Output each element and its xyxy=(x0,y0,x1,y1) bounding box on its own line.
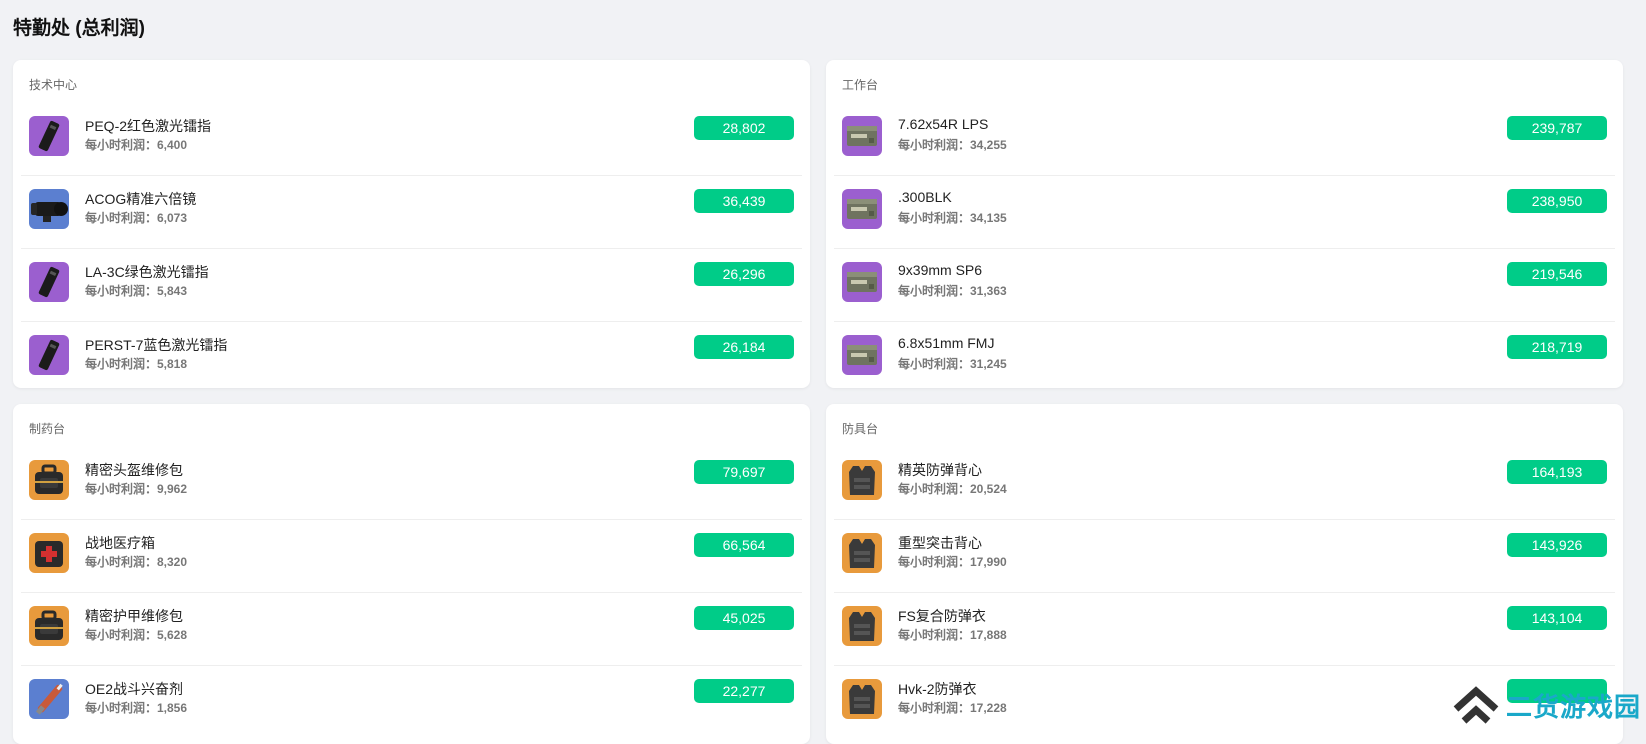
profit-badge: 219,546 xyxy=(1507,262,1607,286)
ammo-box-icon xyxy=(842,335,882,375)
item-name: PERST-7蓝色激光镭指 xyxy=(85,337,228,353)
profit-badge: 143,104 xyxy=(1507,606,1607,630)
watermark-text: 二货游戏园 xyxy=(1506,691,1642,722)
panel-title: 制药台 xyxy=(29,422,66,436)
item-hourly-profit: 每小时利润：1,856 xyxy=(85,701,188,715)
repair-kit-icon xyxy=(29,460,69,500)
item-name: OE2战斗兴奋剂 xyxy=(85,681,184,697)
ammo-box-icon xyxy=(842,189,882,229)
item-name: 精英防弹背心 xyxy=(898,462,982,478)
laser-sight-icon xyxy=(29,116,69,156)
list-item[interactable]: 精密护甲维修包 每小时利润：5,628 45,025 xyxy=(21,593,802,666)
profit-badge: 26,296 xyxy=(694,262,794,286)
list-item[interactable]: 7.62x54R LPS 每小时利润：34,255 239,787 xyxy=(834,103,1615,176)
item-hourly-profit: 每小时利润：20,524 xyxy=(898,482,1007,496)
item-name: 9x39mm SP6 xyxy=(898,262,983,278)
item-hourly-profit: 每小时利润：17,228 xyxy=(898,701,1007,715)
profit-badge: 164,193 xyxy=(1507,460,1607,484)
list-item[interactable]: ACOG精准六倍镜 每小时利润：6,073 36,439 xyxy=(21,176,802,249)
profit-badge: 36,439 xyxy=(694,189,794,213)
item-hourly-profit: 每小时利润：6,073 xyxy=(85,211,188,225)
vest-icon xyxy=(842,460,882,500)
item-name: .300BLK xyxy=(898,189,952,205)
item-name: 6.8x51mm FMJ xyxy=(898,335,995,351)
item-name: 重型突击背心 xyxy=(898,535,982,551)
list-item[interactable]: LA-3C绿色激光镭指 每小时利润：5,843 26,296 xyxy=(21,249,802,322)
site-watermark: 二货游戏园 xyxy=(1452,682,1641,728)
list-item[interactable]: .300BLK 每小时利润：34,135 238,950 xyxy=(834,176,1615,249)
vest-icon xyxy=(842,533,882,573)
item-name: FS复合防弹衣 xyxy=(898,608,986,624)
list-item[interactable]: 战地医疗箱每小时利润：8,320 66,564 xyxy=(21,520,802,593)
item-hourly-profit: 每小时利润：5,843 xyxy=(85,284,188,298)
laser-sight-icon xyxy=(29,262,69,302)
panel-pharmacy: 制药台 精密头盔维修包 每小时利润：9,962 79,697 战地医疗箱每小时利润：8… xyxy=(13,404,810,744)
scope-icon xyxy=(29,189,69,229)
list-item[interactable]: 重型突击背心每小时利润：17,990 143,926 xyxy=(834,520,1615,593)
item-name: Hvk-2防弹衣 xyxy=(898,681,977,697)
profit-badge: 26,184 xyxy=(694,335,794,359)
profit-badge: 22,277 xyxy=(694,679,794,703)
item-hourly-profit: 每小时利润：6,400 xyxy=(85,138,188,152)
panel-title: 防具台 xyxy=(842,422,879,436)
item-hourly-profit: 每小时利润：34,255 xyxy=(898,138,1007,152)
syringe-icon xyxy=(29,679,69,719)
list-item[interactable]: FS复合防弹衣每小时利润：17,888 143,104 xyxy=(834,593,1615,666)
item-name: LA-3C绿色激光镭指 xyxy=(85,264,209,280)
item-hourly-profit: 每小时利润：9,962 xyxy=(85,482,188,496)
item-hourly-profit: 每小时利润：34,135 xyxy=(898,211,1007,225)
profit-badge: 238,950 xyxy=(1507,189,1607,213)
item-hourly-profit: 每小时利润：8,320 xyxy=(85,555,188,569)
repair-kit-icon xyxy=(29,606,69,646)
panel-workbench: 工作台 7.62x54R LPS 每小时利润：34,255 239,787 .300B… xyxy=(826,60,1623,388)
item-name: 精密头盔维修包 xyxy=(85,462,183,478)
item-hourly-profit: 每小时利润：17,990 xyxy=(898,555,1007,569)
medkit-icon xyxy=(29,533,69,573)
item-name: PEQ-2红色激光镭指 xyxy=(85,118,212,134)
profit-badge: 45,025 xyxy=(694,606,794,630)
panel-tech-center: 技术中心 PEQ-2红色激光镭指 每小时利润：6,400 28,802 ACOG精准六… xyxy=(13,60,810,388)
item-hourly-profit: 每小时利润：5,628 xyxy=(85,628,188,642)
page-title: 特勤处 (总利润) xyxy=(13,18,145,39)
list-item[interactable]: PERST-7蓝色激光镭指 每小时利润：5,818 26,184 xyxy=(21,322,802,394)
profit-badge: 66,564 xyxy=(694,533,794,557)
list-item[interactable]: 精英防弹背心每小时利润：20,524 164,193 xyxy=(834,447,1615,520)
profit-badge: 218,719 xyxy=(1507,335,1607,359)
profit-badge: 239,787 xyxy=(1507,116,1607,140)
profit-badge: 79,697 xyxy=(694,460,794,484)
profit-badge: 143,926 xyxy=(1507,533,1607,557)
item-hourly-profit: 每小时利润：5,818 xyxy=(85,357,188,371)
item-name: ACOG精准六倍镜 xyxy=(85,191,197,207)
item-name: 7.62x54R LPS xyxy=(898,116,989,132)
item-hourly-profit: 每小时利润：17,888 xyxy=(898,628,1007,642)
list-item[interactable]: PEQ-2红色激光镭指 每小时利润：6,400 28,802 xyxy=(21,103,802,176)
ammo-box-icon xyxy=(842,116,882,156)
item-hourly-profit: 每小时利润：31,245 xyxy=(898,357,1007,371)
item-name: 精密护甲维修包 xyxy=(85,608,183,624)
profit-badge: 28,802 xyxy=(694,116,794,140)
list-item[interactable]: 精密头盔维修包 每小时利润：9,962 79,697 xyxy=(21,447,802,520)
panel-title: 工作台 xyxy=(842,78,879,92)
panel-title: 技术中心 xyxy=(29,78,78,92)
ammo-box-icon xyxy=(842,262,882,302)
list-item[interactable]: 9x39mm SP6 每小时利润：31,363 219,546 xyxy=(834,249,1615,322)
vest-icon xyxy=(842,679,882,719)
chevron-logo-icon xyxy=(1453,686,1499,724)
list-item[interactable]: OE2战斗兴奋剂 每小时利润：1,856 22,277 xyxy=(21,666,802,738)
vest-icon xyxy=(842,606,882,646)
laser-sight-icon xyxy=(29,335,69,375)
item-hourly-profit: 每小时利润：31,363 xyxy=(898,284,1007,298)
list-item[interactable]: 6.8x51mm FMJ 每小时利润：31,245 218,719 xyxy=(834,322,1615,394)
item-name: 战地医疗箱 xyxy=(85,535,155,551)
